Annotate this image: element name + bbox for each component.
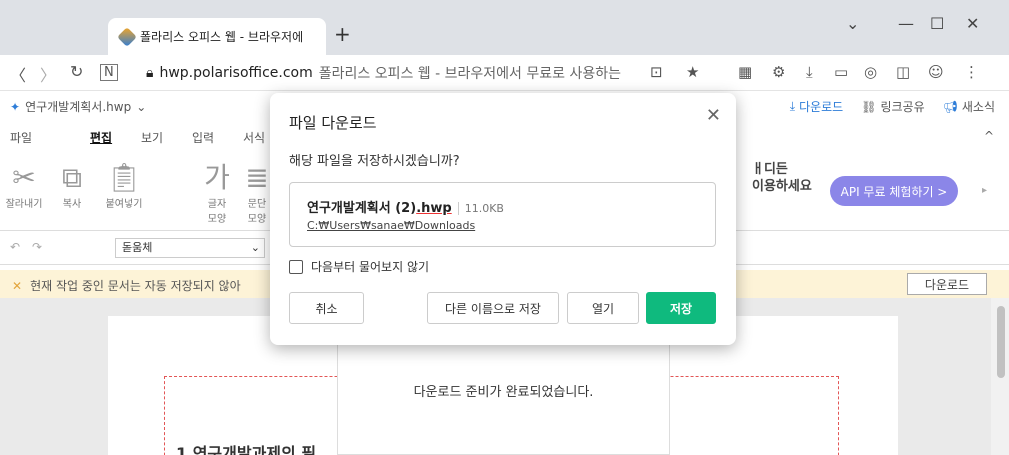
download-icon: ⤓ bbox=[789, 99, 796, 113]
reload-icon[interactable]: ↻ bbox=[70, 62, 83, 81]
chevron-down-icon: ⌄ bbox=[250, 241, 260, 254]
download-ready-card: 다운로드 준비가 완료되었습니다. bbox=[337, 340, 670, 455]
file-info-box: 연구개발계획서 (2).hwp 11.0KB C:₩Users₩sanae₩Dow… bbox=[289, 182, 716, 247]
browser-titlebar: 폴라리스 오피스 웹 - 브라우저에 + ⌄ — ☐ ✕ bbox=[0, 0, 1009, 55]
share-link[interactable]: ⛓ 링크공유 bbox=[861, 98, 924, 115]
extensions-puzzle-icon[interactable]: ⚙ bbox=[772, 63, 785, 81]
menu-view[interactable]: 보기 bbox=[141, 129, 163, 146]
news-link[interactable]: 📢︎ 새소식 bbox=[943, 98, 995, 115]
minimize-button[interactable]: — bbox=[898, 14, 914, 33]
char-shape-icon: 가 bbox=[204, 161, 230, 194]
file-extension: .hwp bbox=[416, 201, 452, 216]
promo-text: ㅐ디든 이용하세요 bbox=[752, 162, 812, 194]
checkbox-box[interactable] bbox=[289, 259, 303, 274]
collapse-ribbon-icon[interactable]: ^ bbox=[984, 129, 994, 143]
document-icon: ✦ bbox=[10, 99, 21, 114]
menu-edit[interactable]: 편집 bbox=[90, 129, 112, 146]
chevron-down-icon: ⌄ bbox=[136, 99, 147, 114]
close-window-button[interactable]: ✕ bbox=[966, 14, 979, 33]
tab-title: 폴라리스 오피스 웹 - 브라우저에 bbox=[140, 30, 304, 44]
ribbon-scroll-right-icon[interactable]: ▸ bbox=[982, 185, 987, 196]
menu-insert[interactable]: 입력 bbox=[192, 129, 214, 146]
open-button[interactable]: 열기 bbox=[567, 292, 639, 324]
document-name[interactable]: ✦ 연구개발계획서.hwp ⌄ bbox=[10, 98, 146, 115]
extension-icon[interactable]: ▦ bbox=[738, 63, 752, 81]
dialog-question: 해당 파일을 저장하시겠습니까? bbox=[289, 154, 460, 169]
file-name: 연구개발계획서 (2).hwp 11.0KB bbox=[307, 201, 504, 216]
reader-mode-icon[interactable]: N bbox=[100, 64, 118, 81]
file-size: 11.0KB bbox=[457, 202, 504, 215]
file-download-dialog: 파일 다운로드 ✕ 해당 파일을 저장하시겠습니까? 연구개발계획서 (2).h… bbox=[270, 93, 736, 345]
install-app-icon[interactable]: ⊡ bbox=[650, 63, 663, 81]
menu-icon[interactable]: ⋮ bbox=[964, 63, 979, 81]
paste-icon: 📋︎ bbox=[106, 161, 142, 194]
profile-icon[interactable]: ☺ bbox=[928, 63, 944, 81]
new-tab-button[interactable]: + bbox=[334, 22, 351, 46]
warning-text: 현재 작업 중인 문서는 자동 저장되지 않아 bbox=[30, 279, 241, 293]
redo-icon[interactable]: ↷ bbox=[32, 240, 42, 254]
api-trial-button[interactable]: API 무료 체험하기 > bbox=[830, 176, 958, 206]
document-heading: 1 연구개발과제의 필 bbox=[176, 444, 317, 455]
char-shape-button[interactable]: 가 글자 모양 bbox=[200, 161, 234, 225]
save-button[interactable]: 저장 bbox=[646, 292, 716, 324]
dialog-title: 파일 다운로드 bbox=[289, 114, 377, 132]
copy-button[interactable]: ⧉ 복사 bbox=[55, 161, 89, 210]
close-icon[interactable]: ✕ bbox=[706, 105, 721, 126]
font-select[interactable]: 돋움체 ⌄ bbox=[115, 238, 265, 258]
copy-icon: ⧉ bbox=[62, 161, 82, 194]
menu-file[interactable]: 파일 bbox=[10, 129, 32, 146]
polaris-favicon-icon bbox=[117, 26, 137, 47]
undo-icon[interactable]: ↶ bbox=[10, 240, 20, 254]
address-bar-row: 〈 〉 ↻ N 🔒︎ hwp.polarisoffice.com 폴라리스 오피… bbox=[0, 55, 1009, 91]
download-ready-message: 다운로드 준비가 완료되었습니다. bbox=[413, 385, 594, 400]
cancel-button[interactable]: 취소 bbox=[289, 292, 364, 324]
omnibox-page-title: 폴라리스 오피스 웹 - 브라우저에서 무료로 사용하는 bbox=[318, 66, 621, 82]
sidebar-icon[interactable]: ◫ bbox=[896, 63, 910, 81]
tab-search-icon[interactable]: ⌄ bbox=[846, 14, 859, 33]
paste-button[interactable]: 📋︎ 붙여넣기 bbox=[100, 161, 148, 210]
close-warning-icon[interactable]: ✕ bbox=[12, 279, 22, 293]
cut-icon: ✂ bbox=[12, 161, 36, 194]
megaphone-icon: 📢︎ bbox=[942, 99, 958, 114]
download-link[interactable]: ⤓ 다운로드 bbox=[790, 98, 843, 115]
maximize-button[interactable]: ☐ bbox=[930, 14, 944, 33]
dont-ask-again-checkbox[interactable]: 다음부터 물어보지 않기 bbox=[289, 258, 429, 275]
omnibox[interactable]: 🔒︎ hwp.polarisoffice.com 폴라리스 오피스 웹 - 브라… bbox=[146, 60, 706, 86]
file-path-link[interactable]: C:₩Users₩sanae₩Downloads bbox=[307, 219, 475, 232]
para-shape-button[interactable]: ≣ 문단 모양 bbox=[245, 161, 269, 225]
lock-icon: 🔒︎ bbox=[146, 65, 154, 81]
bookmark-icon[interactable]: ★ bbox=[686, 63, 699, 81]
cast-icon[interactable]: ▭ bbox=[834, 63, 848, 81]
para-shape-icon: ≣ bbox=[245, 161, 269, 194]
browser-tab[interactable]: 폴라리스 오피스 웹 - 브라우저에 bbox=[108, 18, 326, 55]
warning-download-button[interactable]: 다운로드 bbox=[907, 273, 987, 295]
forward-icon[interactable]: 〉 bbox=[40, 62, 56, 86]
back-icon[interactable]: 〈 bbox=[10, 62, 26, 86]
menu-format[interactable]: 서식 bbox=[243, 129, 265, 146]
cut-button[interactable]: ✂ 잘라내기 bbox=[4, 161, 44, 210]
download-icon[interactable]: ⤓ bbox=[806, 63, 813, 81]
scrollbar-thumb[interactable] bbox=[997, 306, 1005, 378]
link-icon: ⛓ bbox=[861, 99, 877, 114]
url-text: hwp.polarisoffice.com bbox=[159, 65, 313, 81]
save-as-button[interactable]: 다른 이름으로 저장 bbox=[427, 292, 559, 324]
screenshot-icon[interactable]: ◎ bbox=[864, 63, 877, 81]
